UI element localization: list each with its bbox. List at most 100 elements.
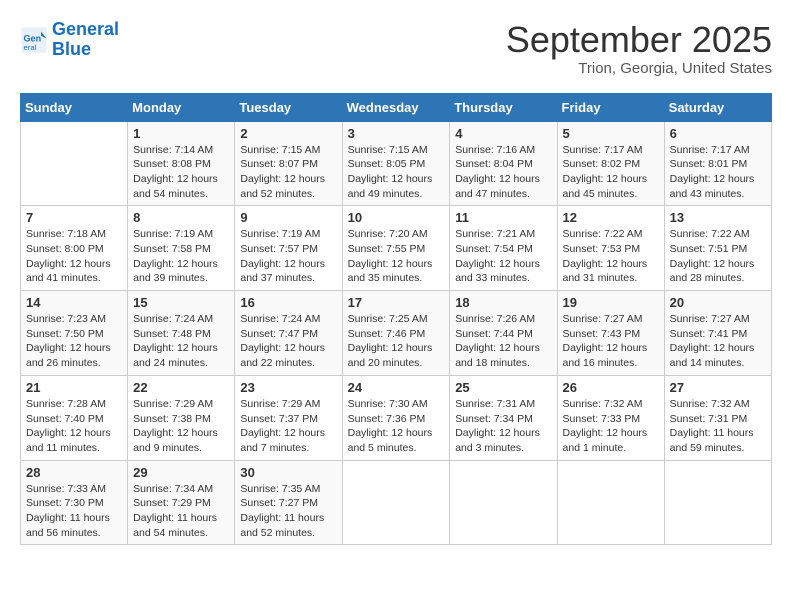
day-info: Sunrise: 7:22 AM Sunset: 7:53 PM Dayligh… <box>563 227 659 286</box>
title-block: September 2025 Trion, Georgia, United St… <box>506 20 772 77</box>
calendar-cell: 22Sunrise: 7:29 AM Sunset: 7:38 PM Dayli… <box>128 375 235 460</box>
day-info: Sunrise: 7:17 AM Sunset: 8:02 PM Dayligh… <box>563 143 659 202</box>
calendar-cell: 1 Sunrise: 7:14 AM Sunset: 8:08 PM Daylig… <box>128 121 235 206</box>
week-row-5: 28 Sunrise: 7:33 AM Sunset: 7:30 PM Dayli… <box>21 460 772 545</box>
day-info: Sunrise: 7:15 AM Sunset: 8:05 PM Dayligh… <box>348 143 445 202</box>
day-info: Sunrise: 7:27 AM Sunset: 7:41 PM Dayligh… <box>670 312 766 371</box>
day-info: Sunrise: 7:30 AM Sunset: 7:36 PM Dayligh… <box>348 397 445 456</box>
day-number: 4 <box>455 126 551 141</box>
calendar-cell: 17Sunrise: 7:25 AM Sunset: 7:46 PM Dayli… <box>342 291 450 376</box>
calendar-cell: 8 Sunrise: 7:19 AM Sunset: 7:58 PM Daylig… <box>128 206 235 291</box>
calendar-cell <box>21 121 128 206</box>
day-number: 8 <box>133 210 229 225</box>
calendar-cell <box>342 460 450 545</box>
day-info: Sunrise: 7:15 AM Sunset: 8:07 PM Dayligh… <box>240 143 336 202</box>
day-info: Sunrise: 7:19 AM Sunset: 7:57 PM Dayligh… <box>240 227 336 286</box>
day-number: 24 <box>348 380 445 395</box>
weekday-header-thursday: Thursday <box>450 93 557 121</box>
month-title: September 2025 <box>506 20 772 60</box>
logo-text: GeneralBlue <box>52 20 119 60</box>
day-number: 15 <box>133 295 229 310</box>
weekday-header-tuesday: Tuesday <box>235 93 342 121</box>
day-info: Sunrise: 7:34 AM Sunset: 7:29 PM Dayligh… <box>133 482 229 541</box>
day-info: Sunrise: 7:18 AM Sunset: 8:00 PM Dayligh… <box>26 227 122 286</box>
day-number: 13 <box>670 210 766 225</box>
day-info: Sunrise: 7:32 AM Sunset: 7:33 PM Dayligh… <box>563 397 659 456</box>
weekday-header-monday: Monday <box>128 93 235 121</box>
day-number: 2 <box>240 126 336 141</box>
calendar-cell: 10Sunrise: 7:20 AM Sunset: 7:55 PM Dayli… <box>342 206 450 291</box>
location: Trion, Georgia, United States <box>506 60 772 77</box>
day-info: Sunrise: 7:32 AM Sunset: 7:31 PM Dayligh… <box>670 397 766 456</box>
week-row-3: 14Sunrise: 7:23 AM Sunset: 7:50 PM Dayli… <box>21 291 772 376</box>
calendar-cell: 2 Sunrise: 7:15 AM Sunset: 8:07 PM Daylig… <box>235 121 342 206</box>
day-info: Sunrise: 7:22 AM Sunset: 7:51 PM Dayligh… <box>670 227 766 286</box>
calendar-cell: 30 Sunrise: 7:35 AM Sunset: 7:27 PM Dayli… <box>235 460 342 545</box>
day-number: 25 <box>455 380 551 395</box>
calendar-cell: 3Sunrise: 7:15 AM Sunset: 8:05 PM Daylig… <box>342 121 450 206</box>
week-row-4: 21Sunrise: 7:28 AM Sunset: 7:40 PM Dayli… <box>21 375 772 460</box>
day-number: 9 <box>240 210 336 225</box>
day-info: Sunrise: 7:27 AM Sunset: 7:43 PM Dayligh… <box>563 312 659 371</box>
logo: Gen eral GeneralBlue <box>20 20 119 60</box>
calendar-cell: 6Sunrise: 7:17 AM Sunset: 8:01 PM Daylig… <box>664 121 771 206</box>
day-number: 19 <box>563 295 659 310</box>
calendar-cell: 27 Sunrise: 7:32 AM Sunset: 7:31 PM Dayli… <box>664 375 771 460</box>
day-info: Sunrise: 7:14 AM Sunset: 8:08 PM Dayligh… <box>133 143 229 202</box>
day-number: 28 <box>26 465 122 480</box>
page-header: Gen eral GeneralBlue September 2025 Trio… <box>20 20 772 77</box>
calendar-cell: 21Sunrise: 7:28 AM Sunset: 7:40 PM Dayli… <box>21 375 128 460</box>
day-number: 5 <box>563 126 659 141</box>
day-number: 11 <box>455 210 551 225</box>
day-info: Sunrise: 7:29 AM Sunset: 7:37 PM Dayligh… <box>240 397 336 456</box>
calendar-cell: 13 Sunrise: 7:22 AM Sunset: 7:51 PM Dayli… <box>664 206 771 291</box>
calendar-cell: 19 Sunrise: 7:27 AM Sunset: 7:43 PM Dayli… <box>557 291 664 376</box>
calendar-cell: 12 Sunrise: 7:22 AM Sunset: 7:53 PM Dayli… <box>557 206 664 291</box>
day-info: Sunrise: 7:35 AM Sunset: 7:27 PM Dayligh… <box>240 482 336 541</box>
day-number: 21 <box>26 380 122 395</box>
day-info: Sunrise: 7:21 AM Sunset: 7:54 PM Dayligh… <box>455 227 551 286</box>
calendar-cell <box>557 460 664 545</box>
calendar-cell: 11 Sunrise: 7:21 AM Sunset: 7:54 PM Dayli… <box>450 206 557 291</box>
logo-icon: Gen eral <box>20 26 48 54</box>
day-info: Sunrise: 7:16 AM Sunset: 8:04 PM Dayligh… <box>455 143 551 202</box>
calendar-cell: 29Sunrise: 7:34 AM Sunset: 7:29 PM Dayli… <box>128 460 235 545</box>
day-number: 16 <box>240 295 336 310</box>
calendar-cell: 26Sunrise: 7:32 AM Sunset: 7:33 PM Dayli… <box>557 375 664 460</box>
day-number: 20 <box>670 295 766 310</box>
calendar-cell: 16 Sunrise: 7:24 AM Sunset: 7:47 PM Dayli… <box>235 291 342 376</box>
day-info: Sunrise: 7:33 AM Sunset: 7:30 PM Dayligh… <box>26 482 122 541</box>
weekday-header-saturday: Saturday <box>664 93 771 121</box>
day-number: 27 <box>670 380 766 395</box>
svg-text:eral: eral <box>24 43 37 52</box>
calendar-table: SundayMondayTuesdayWednesdayThursdayFrid… <box>20 93 772 546</box>
day-info: Sunrise: 7:19 AM Sunset: 7:58 PM Dayligh… <box>133 227 229 286</box>
calendar-cell <box>450 460 557 545</box>
day-number: 18 <box>455 295 551 310</box>
day-info: Sunrise: 7:31 AM Sunset: 7:34 PM Dayligh… <box>455 397 551 456</box>
calendar-cell: 4 Sunrise: 7:16 AM Sunset: 8:04 PM Daylig… <box>450 121 557 206</box>
day-number: 1 <box>133 126 229 141</box>
calendar-cell: 28 Sunrise: 7:33 AM Sunset: 7:30 PM Dayli… <box>21 460 128 545</box>
calendar-cell: 25 Sunrise: 7:31 AM Sunset: 7:34 PM Dayli… <box>450 375 557 460</box>
svg-text:Gen: Gen <box>24 33 42 43</box>
weekday-header-sunday: Sunday <box>21 93 128 121</box>
calendar-cell: 5 Sunrise: 7:17 AM Sunset: 8:02 PM Daylig… <box>557 121 664 206</box>
day-number: 14 <box>26 295 122 310</box>
day-number: 12 <box>563 210 659 225</box>
day-info: Sunrise: 7:26 AM Sunset: 7:44 PM Dayligh… <box>455 312 551 371</box>
day-info: Sunrise: 7:25 AM Sunset: 7:46 PM Dayligh… <box>348 312 445 371</box>
week-row-1: 1 Sunrise: 7:14 AM Sunset: 8:08 PM Daylig… <box>21 121 772 206</box>
day-number: 23 <box>240 380 336 395</box>
day-number: 7 <box>26 210 122 225</box>
day-number: 6 <box>670 126 766 141</box>
calendar-cell <box>664 460 771 545</box>
calendar-cell: 9 Sunrise: 7:19 AM Sunset: 7:57 PM Daylig… <box>235 206 342 291</box>
day-number: 30 <box>240 465 336 480</box>
day-info: Sunrise: 7:24 AM Sunset: 7:48 PM Dayligh… <box>133 312 229 371</box>
day-info: Sunrise: 7:24 AM Sunset: 7:47 PM Dayligh… <box>240 312 336 371</box>
weekday-header-friday: Friday <box>557 93 664 121</box>
day-number: 22 <box>133 380 229 395</box>
calendar-cell: 7 Sunrise: 7:18 AM Sunset: 8:00 PM Daylig… <box>21 206 128 291</box>
day-number: 10 <box>348 210 445 225</box>
